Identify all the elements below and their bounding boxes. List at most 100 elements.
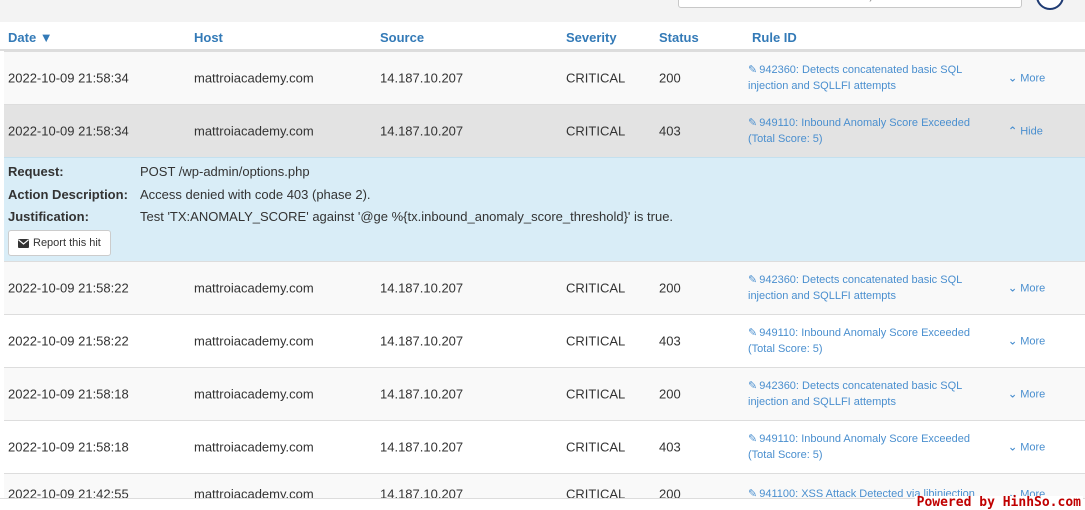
pencil-icon: ✎ xyxy=(748,327,758,339)
more-toggle[interactable]: ⌄ More xyxy=(1008,282,1045,295)
row-date: 2022-10-09 21:58:18 xyxy=(8,386,129,402)
rule-text: 949110: Inbound Anomaly Score Exceeded (… xyxy=(748,327,971,355)
row-host: mattroiacademy.com xyxy=(194,439,314,455)
row-date: 2022-10-09 21:58:34 xyxy=(8,70,129,86)
column-header-rule-id[interactable]: Rule ID xyxy=(752,30,797,45)
justification-label: Justification: xyxy=(8,209,89,224)
table-row[interactable]: 2022-10-09 21:58:22 mattroiacademy.com 1… xyxy=(4,261,1085,314)
toggle-label: More xyxy=(1020,388,1046,401)
table-row[interactable]: 2022-10-09 21:58:34 mattroiacademy.com 1… xyxy=(4,51,1085,104)
rule-link[interactable]: ✎ 949110: Inbound Anomaly Score Exceeded … xyxy=(748,115,988,147)
row-status: 200 xyxy=(659,70,681,86)
rule-text: 949110: Inbound Anomaly Score Exceeded (… xyxy=(748,433,971,461)
rule-link[interactable]: ✎ 942360: Detects concatenated basic SQL … xyxy=(748,272,988,304)
row-severity: CRITICAL xyxy=(566,70,626,86)
justification-value: Test 'TX:ANOMALY_SCORE' against '@ge %{t… xyxy=(140,209,674,224)
column-header-host[interactable]: Host xyxy=(194,30,223,45)
more-toggle[interactable]: ⌄ More xyxy=(1008,335,1045,348)
row-date: 2022-10-09 21:58:22 xyxy=(8,280,129,296)
chevron-down-icon: ⌄ xyxy=(1008,72,1018,85)
more-toggle[interactable]: ⌄ More xyxy=(1008,72,1045,85)
rule-text: 942360: Detects concatenated basic SQL i… xyxy=(748,64,962,92)
row-source: 14.187.10.207 xyxy=(380,486,464,499)
action-label: Action Description: xyxy=(8,187,128,202)
row-severity: CRITICAL xyxy=(566,386,626,402)
column-header-date[interactable]: Date ▼ xyxy=(8,30,53,45)
row-host: mattroiacademy.com xyxy=(194,486,314,499)
hit-detail-panel: Request: POST /wp-admin/options.php Acti… xyxy=(4,157,1085,261)
action-value: Access denied with code 403 (phase 2). xyxy=(140,187,371,202)
row-host: mattroiacademy.com xyxy=(194,280,314,296)
request-value: POST /wp-admin/options.php xyxy=(140,164,310,179)
pencil-icon: ✎ xyxy=(748,117,758,129)
pencil-icon: ✎ xyxy=(748,274,758,286)
row-status: 403 xyxy=(659,439,681,455)
chevron-down-icon: ⌄ xyxy=(1008,441,1018,454)
column-header-status[interactable]: Status xyxy=(659,30,699,45)
rule-text: 949110: Inbound Anomaly Score Exceeded (… xyxy=(748,117,971,145)
pencil-icon: ✎ xyxy=(748,380,758,392)
pencil-icon: ✎ xyxy=(748,433,758,445)
rule-link[interactable]: ✎ 942360: Detects concatenated basic SQL … xyxy=(748,62,988,94)
row-severity: CRITICAL xyxy=(566,439,626,455)
row-source: 14.187.10.207 xyxy=(380,333,464,349)
row-host: mattroiacademy.com xyxy=(194,123,314,139)
toggle-label: More xyxy=(1020,335,1046,348)
chevron-down-icon: ⌄ xyxy=(1008,388,1018,401)
row-source: 14.187.10.207 xyxy=(380,439,464,455)
row-source: 14.187.10.207 xyxy=(380,70,464,86)
report-hit-button[interactable]: Report this hit xyxy=(8,230,111,256)
row-severity: CRITICAL xyxy=(566,280,626,296)
row-status: 403 xyxy=(659,123,681,139)
rule-link[interactable]: ✎ 942360: Detects concatenated basic SQL … xyxy=(748,378,988,410)
refresh-icon[interactable] xyxy=(1074,0,1085,8)
rule-text: 942360: Detects concatenated basic SQL i… xyxy=(748,274,962,302)
row-source: 14.187.10.207 xyxy=(380,123,464,139)
row-date: 2022-10-09 21:58:22 xyxy=(8,333,129,349)
toggle-label: Hide xyxy=(1020,125,1043,138)
column-header-severity[interactable]: Severity xyxy=(566,30,617,45)
row-status: 200 xyxy=(659,386,681,402)
rule-link[interactable]: ✎ 949110: Inbound Anomaly Score Exceeded … xyxy=(748,325,988,357)
row-status: 200 xyxy=(659,486,681,499)
toggle-label: More xyxy=(1020,72,1046,85)
toggle-label: More xyxy=(1020,282,1046,295)
row-host: mattroiacademy.com xyxy=(194,386,314,402)
report-hit-label: Report this hit xyxy=(33,237,101,249)
row-status: 200 xyxy=(659,280,681,296)
row-source: 14.187.10.207 xyxy=(380,280,464,296)
row-severity: CRITICAL xyxy=(566,486,626,499)
chevron-down-icon: ⌄ xyxy=(1008,282,1018,295)
rule-text: 942360: Detects concatenated basic SQL i… xyxy=(748,380,962,408)
toggle-label: More xyxy=(1020,441,1046,454)
table-row[interactable]: 2022-10-09 21:58:22 mattroiacademy.com 1… xyxy=(4,314,1085,367)
hide-toggle[interactable]: ⌃ Hide xyxy=(1008,125,1043,138)
row-date: 2022-10-09 21:58:18 xyxy=(8,439,129,455)
table-row[interactable]: 2022-10-09 21:58:18 mattroiacademy.com 1… xyxy=(4,420,1085,473)
watermark: Powered by HinhSo.com xyxy=(914,495,1083,510)
table-header: Date ▼ Host Source Severity Status Rule … xyxy=(0,22,1085,51)
row-date: 2022-10-09 21:58:34 xyxy=(8,123,129,139)
toolbar-round-button[interactable] xyxy=(1036,0,1064,10)
request-label: Request: xyxy=(8,164,64,179)
more-toggle[interactable]: ⌄ More xyxy=(1008,441,1045,454)
row-severity: CRITICAL xyxy=(566,123,626,139)
more-toggle[interactable]: ⌄ More xyxy=(1008,388,1045,401)
row-source: 14.187.10.207 xyxy=(380,386,464,402)
row-date: 2022-10-09 21:42:55 xyxy=(8,486,129,499)
rule-link[interactable]: ✎ 949110: Inbound Anomaly Score Exceeded … xyxy=(748,431,988,463)
row-status: 403 xyxy=(659,333,681,349)
search-input[interactable]: ) xyxy=(678,0,1022,8)
chevron-up-icon: ⌃ xyxy=(1008,125,1018,138)
table-row-selected[interactable]: 2022-10-09 21:58:34 mattroiacademy.com 1… xyxy=(4,104,1085,157)
pencil-icon: ✎ xyxy=(748,488,758,498)
chevron-down-icon: ⌄ xyxy=(1008,335,1018,348)
column-header-source[interactable]: Source xyxy=(380,30,424,45)
pencil-icon: ✎ xyxy=(748,64,758,76)
table-row[interactable]: 2022-10-09 21:58:18 mattroiacademy.com 1… xyxy=(4,367,1085,420)
toolbar-strip: ) xyxy=(0,0,1085,22)
row-severity: CRITICAL xyxy=(566,333,626,349)
row-host: mattroiacademy.com xyxy=(194,70,314,86)
row-host: mattroiacademy.com xyxy=(194,333,314,349)
envelope-icon xyxy=(18,238,29,248)
